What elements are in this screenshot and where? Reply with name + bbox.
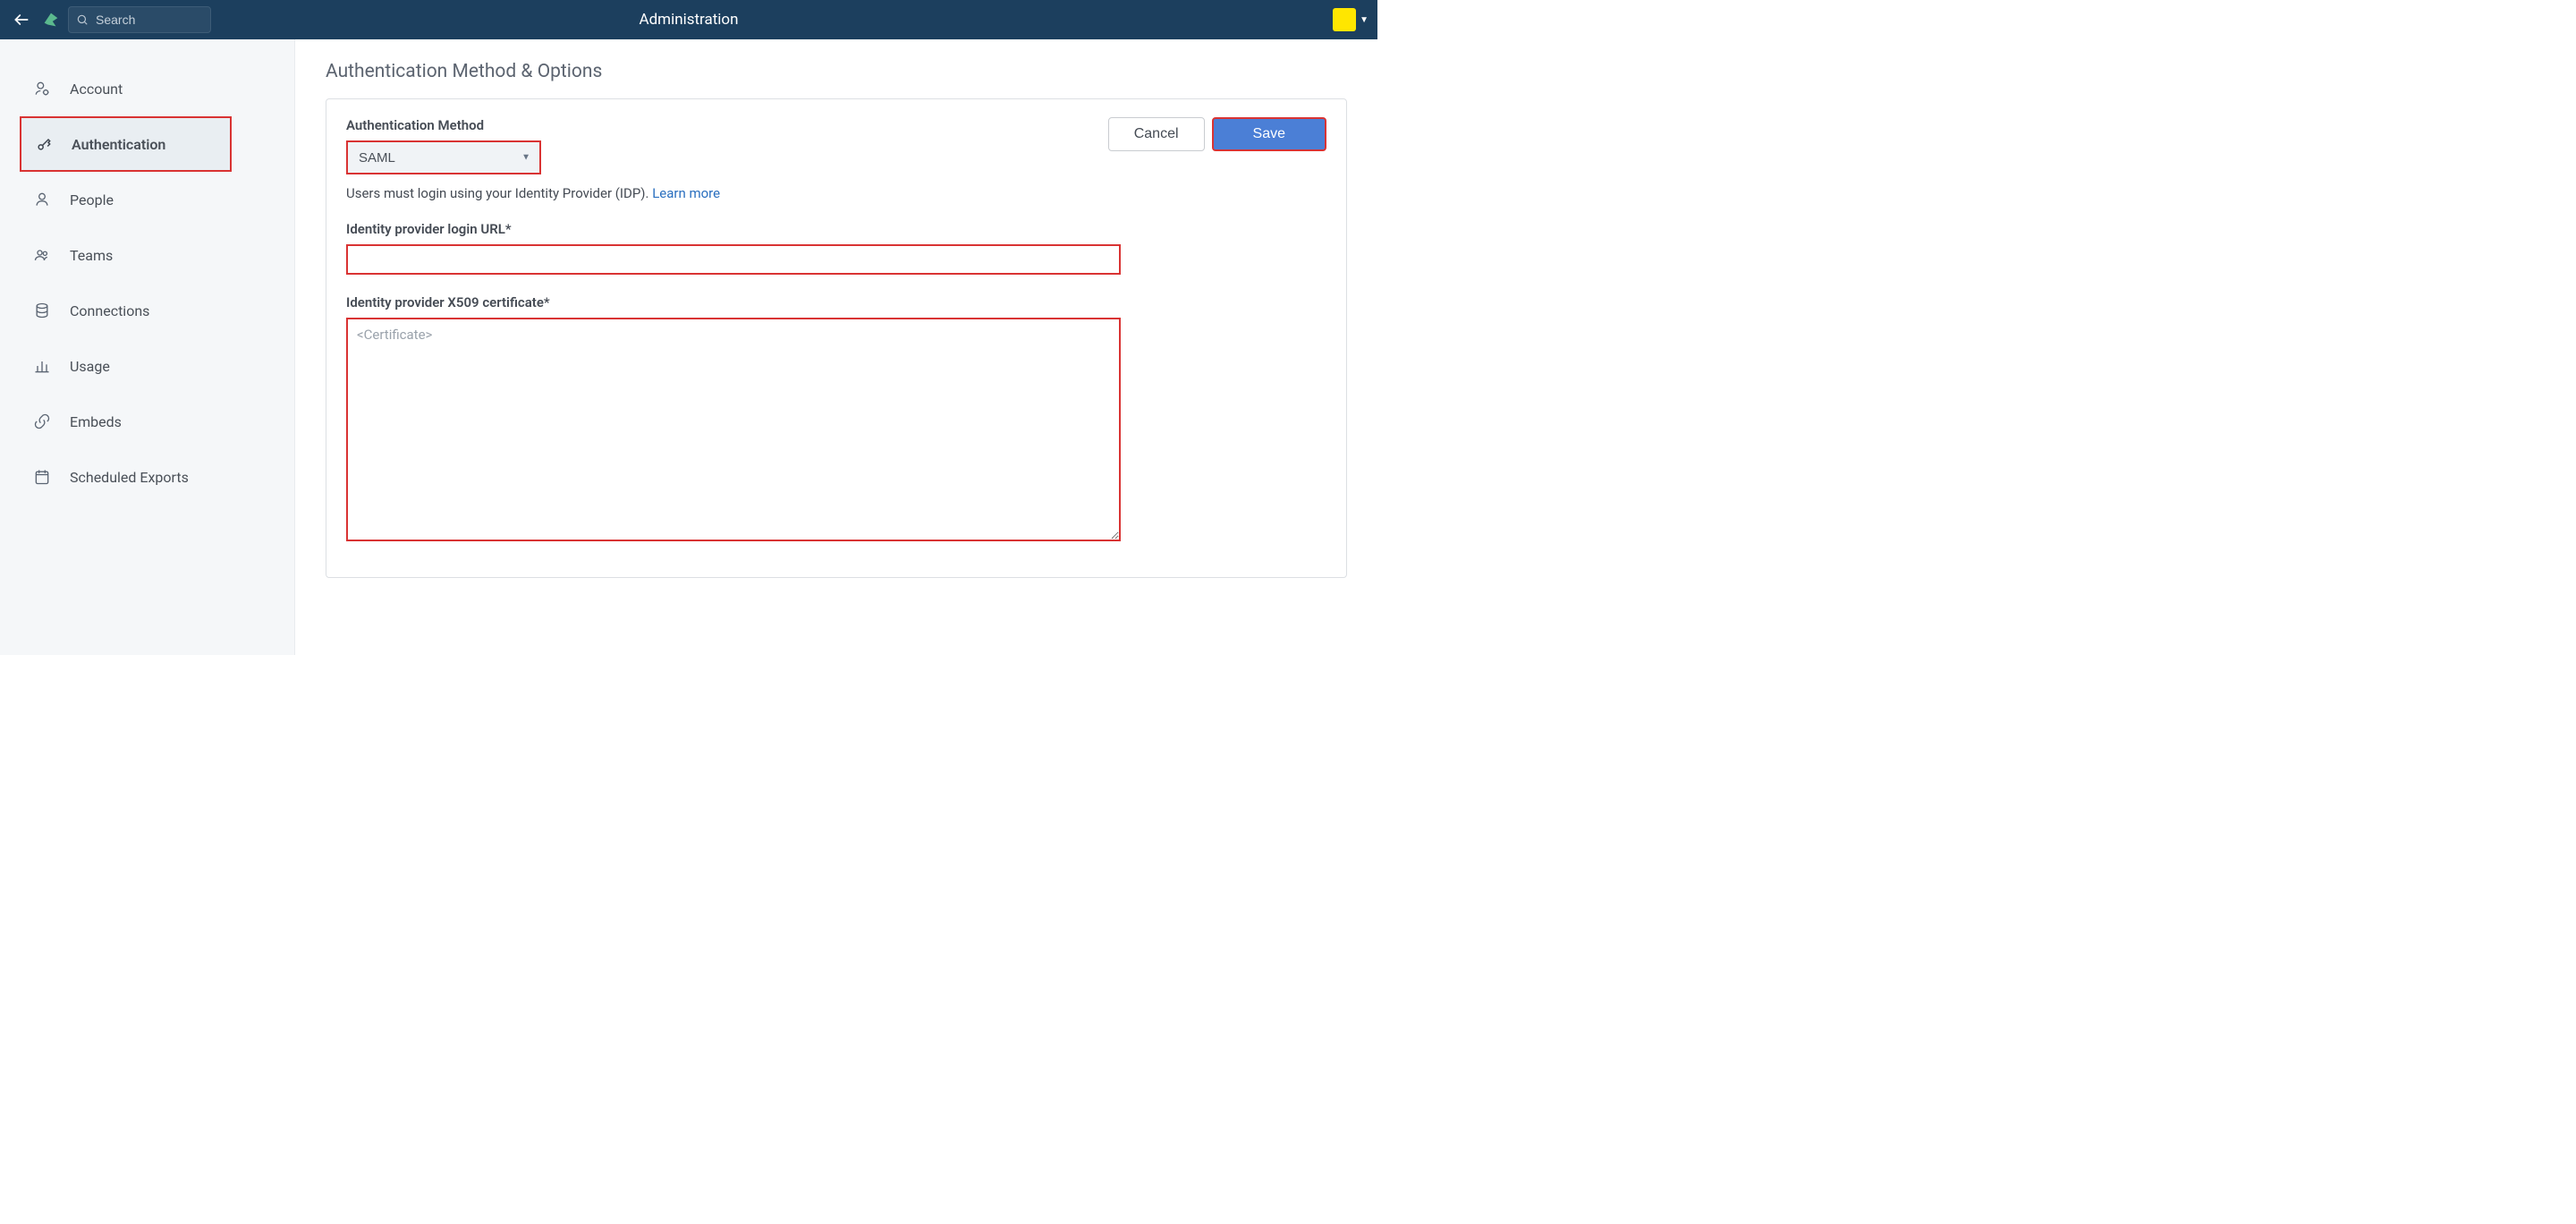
back-button[interactable] [9,7,34,32]
auth-options-card: Cancel Save Authentication Method SAML ▼… [326,98,1347,578]
search-icon [76,13,90,28]
idp-cert-textarea[interactable] [346,318,1121,541]
bird-logo-icon [41,10,61,30]
sidebar-item-label: Teams [70,247,113,264]
person-gear-icon [32,79,52,98]
app-logo-icon[interactable] [41,10,61,30]
sidebar-item-label: Connections [70,302,149,319]
idp-cert-label: Identity provider X509 certificate* [346,294,1326,310]
sidebar-item-authentication[interactable]: Authentication [20,116,232,172]
sidebar-item-connections[interactable]: Connections [0,283,294,338]
page-title: Authentication Method & Options [326,61,1347,82]
sidebar-item-usage[interactable]: Usage [0,338,294,394]
search-input[interactable] [96,13,210,27]
idp-login-url-input[interactable] [346,244,1121,275]
main-body: Account Authentication People Teams Conn [0,39,1377,655]
avatar [1333,8,1356,31]
cancel-button[interactable]: Cancel [1108,117,1205,151]
arrow-left-icon [13,11,30,29]
main-content: Authentication Method & Options Cancel S… [295,39,1377,655]
idp-url-label: Identity provider login URL* [346,221,1326,237]
chevron-down-icon: ▼ [1360,15,1368,25]
bar-chart-icon [32,356,52,376]
key-icon [34,134,54,154]
auth-method-select-wrap: SAML ▼ [346,140,541,174]
sidebar-item-teams[interactable]: Teams [0,227,294,283]
sidebar-item-label: Authentication [72,136,165,153]
save-button[interactable]: Save [1212,117,1326,151]
search-input-wrap[interactable] [68,6,211,33]
sidebar-item-label: Embeds [70,413,122,430]
hint-text: Users must login using your Identity Pro… [346,185,652,201]
app-header: Administration ▼ [0,0,1377,39]
auth-method-hint: Users must login using your Identity Pro… [346,185,1326,201]
action-buttons: Cancel Save [1108,117,1326,151]
learn-more-link[interactable]: Learn more [652,185,720,201]
sidebar-item-label: People [70,191,114,208]
link-icon [32,412,52,431]
database-icon [32,301,52,320]
user-menu[interactable]: ▼ [1333,8,1368,31]
sidebar-item-label: Scheduled Exports [70,469,189,486]
person-icon [32,190,52,209]
sidebar-item-people[interactable]: People [0,172,294,227]
sidebar: Account Authentication People Teams Conn [0,39,295,655]
sidebar-item-label: Account [70,81,123,98]
sidebar-item-account[interactable]: Account [0,61,294,116]
people-icon [32,245,52,265]
calendar-icon [32,467,52,487]
sidebar-item-label: Usage [70,358,110,375]
header-title: Administration [639,11,738,29]
sidebar-item-embeds[interactable]: Embeds [0,394,294,449]
auth-method-select[interactable]: SAML [346,140,541,174]
sidebar-item-scheduled-exports[interactable]: Scheduled Exports [0,449,294,505]
